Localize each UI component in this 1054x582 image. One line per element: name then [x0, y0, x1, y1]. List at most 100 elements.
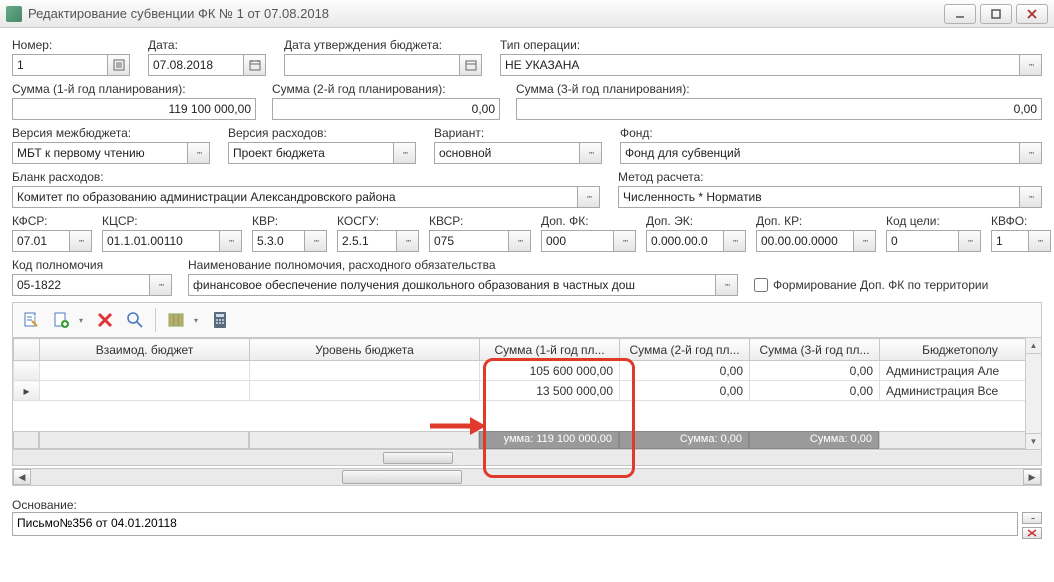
authname-input[interactable] [188, 274, 716, 296]
form-dopfk-checkbox-wrap[interactable]: Формирование Доп. ФК по территории [754, 274, 1042, 296]
new-button[interactable] [49, 308, 73, 332]
scroll-thumb[interactable] [383, 452, 453, 464]
op-type-input[interactable] [500, 54, 1020, 76]
grid-horizontal-scrollbar[interactable]: ◀ ▶ [12, 468, 1042, 486]
kvr-input[interactable] [252, 230, 305, 252]
grid-header-interbudget[interactable]: Взаимод. бюджет [40, 339, 250, 361]
basis-textarea[interactable] [12, 512, 1018, 536]
table-row[interactable]: 105 600 000,00 0,00 0,00 Администрация А… [14, 361, 1041, 381]
authname-picker-button[interactable]: ··· [716, 274, 738, 296]
variant-picker-button[interactable]: ··· [580, 142, 602, 164]
cell-recipient[interactable]: Администрация Але [880, 361, 1041, 381]
date-calendar-button[interactable] [244, 54, 266, 76]
goalcode-input[interactable] [886, 230, 959, 252]
sum2-input[interactable] [272, 98, 500, 120]
sum3-input[interactable] [516, 98, 1042, 120]
kvr-picker-button[interactable]: ··· [305, 230, 327, 252]
kvsr-input[interactable] [429, 230, 509, 252]
dopkr-input[interactable] [756, 230, 854, 252]
expense-ver-picker-button[interactable]: ··· [394, 142, 416, 164]
kvfo-input[interactable] [991, 230, 1029, 252]
row-selector[interactable]: ▸ [14, 381, 40, 401]
date-input[interactable] [148, 54, 244, 76]
scroll-right-button[interactable]: ▶ [1023, 469, 1041, 485]
number-input[interactable] [12, 54, 108, 76]
sum1-input[interactable] [12, 98, 256, 120]
cell-sum-y3[interactable]: 0,00 [750, 381, 880, 401]
budget-approve-date-calendar-button[interactable] [460, 54, 482, 76]
number-picker-button[interactable] [108, 54, 130, 76]
cell-interbudget[interactable] [40, 361, 250, 381]
dopfk-input[interactable] [541, 230, 614, 252]
dopek-input[interactable] [646, 230, 724, 252]
grid-summary-row: умма: 119 100 000,00 Сумма: 0,00 Сумма: … [13, 431, 1041, 449]
kosgu-input[interactable] [337, 230, 397, 252]
grid-header-sum-y3[interactable]: Сумма (3-й год пл... [750, 339, 880, 361]
authcode-picker-button[interactable]: ··· [150, 274, 172, 296]
fund-input[interactable] [620, 142, 1020, 164]
cell-sum-y2[interactable]: 0,00 [620, 361, 750, 381]
cell-sum-y3[interactable]: 0,00 [750, 361, 880, 381]
scroll-left-button[interactable]: ◀ [13, 469, 31, 485]
scroll-down-button[interactable]: ▼ [1026, 433, 1041, 449]
grid-horizontal-scrollbar-inner[interactable] [13, 449, 1041, 465]
kcsr-picker-button[interactable]: ··· [220, 230, 242, 252]
interbudget-ver-input[interactable] [12, 142, 188, 164]
minimize-button[interactable] [944, 4, 976, 24]
grid-header-sum-y1[interactable]: Сумма (1-й год пл... [480, 339, 620, 361]
basis-clear-button[interactable] [1022, 527, 1042, 539]
cell-sum-y1[interactable]: 13 500 000,00 [480, 381, 620, 401]
basis-picker-button[interactable]: ··· [1022, 512, 1042, 524]
delete-button[interactable] [93, 308, 117, 332]
interbudget-ver-picker-button[interactable]: ··· [188, 142, 210, 164]
search-button[interactable] [123, 308, 147, 332]
data-grid[interactable]: Взаимод. бюджет Уровень бюджета Сумма (1… [13, 338, 1041, 401]
grid-header-sum-y2[interactable]: Сумма (2-й год пл... [620, 339, 750, 361]
op-type-picker-button[interactable]: ··· [1020, 54, 1042, 76]
cell-interbudget[interactable] [40, 381, 250, 401]
kvsr-picker-button[interactable]: ··· [509, 230, 531, 252]
summary-sum-y2: Сумма: 0,00 [619, 431, 749, 449]
calculator-button[interactable] [208, 308, 232, 332]
budget-approve-date-input[interactable] [284, 54, 460, 76]
calc-method-input[interactable] [618, 186, 1020, 208]
scroll-thumb-outer[interactable] [342, 470, 462, 484]
calc-method-picker-button[interactable]: ··· [1020, 186, 1042, 208]
variant-input[interactable] [434, 142, 580, 164]
columns-dropdown[interactable]: ▾ [194, 316, 202, 325]
cell-sum-y1[interactable]: 105 600 000,00 [480, 361, 620, 381]
expense-blank-input[interactable] [12, 186, 578, 208]
dopfk-picker-button[interactable]: ··· [614, 230, 636, 252]
fund-picker-button[interactable]: ··· [1020, 142, 1042, 164]
dopkr-picker-button[interactable]: ··· [854, 230, 876, 252]
dopek-picker-button[interactable]: ··· [724, 230, 746, 252]
columns-button[interactable] [164, 308, 188, 332]
kvfo-picker-button[interactable]: ··· [1029, 230, 1051, 252]
table-row[interactable]: ▸ 13 500 000,00 0,00 0,00 Администрация … [14, 381, 1041, 401]
kcsr-input[interactable] [102, 230, 220, 252]
expense-ver-input[interactable] [228, 142, 394, 164]
scroll-up-button[interactable]: ▲ [1026, 338, 1041, 354]
edit-button[interactable] [19, 308, 43, 332]
kfsr-input[interactable] [12, 230, 70, 252]
label-dopfk: Доп. ФК: [541, 214, 636, 228]
cell-recipient[interactable]: Администрация Все [880, 381, 1041, 401]
maximize-button[interactable] [980, 4, 1012, 24]
close-button[interactable] [1016, 4, 1048, 24]
expense-blank-picker-button[interactable]: ··· [578, 186, 600, 208]
grid-header-rowselector[interactable] [14, 339, 40, 361]
form-dopfk-checkbox[interactable] [754, 278, 768, 292]
cell-budget-level[interactable] [250, 381, 480, 401]
cell-budget-level[interactable] [250, 361, 480, 381]
kfsr-picker-button[interactable]: ··· [70, 230, 92, 252]
label-authcode: Код полномочия [12, 258, 172, 272]
goalcode-picker-button[interactable]: ··· [959, 230, 981, 252]
grid-header-recipient[interactable]: Бюджетополу [880, 339, 1041, 361]
authcode-input[interactable] [12, 274, 150, 296]
new-dropdown[interactable]: ▾ [79, 316, 87, 325]
cell-sum-y2[interactable]: 0,00 [620, 381, 750, 401]
row-selector[interactable] [14, 361, 40, 381]
kosgu-picker-button[interactable]: ··· [397, 230, 419, 252]
grid-vertical-scrollbar[interactable]: ▲ ▼ [1025, 338, 1041, 449]
grid-header-budget-level[interactable]: Уровень бюджета [250, 339, 480, 361]
